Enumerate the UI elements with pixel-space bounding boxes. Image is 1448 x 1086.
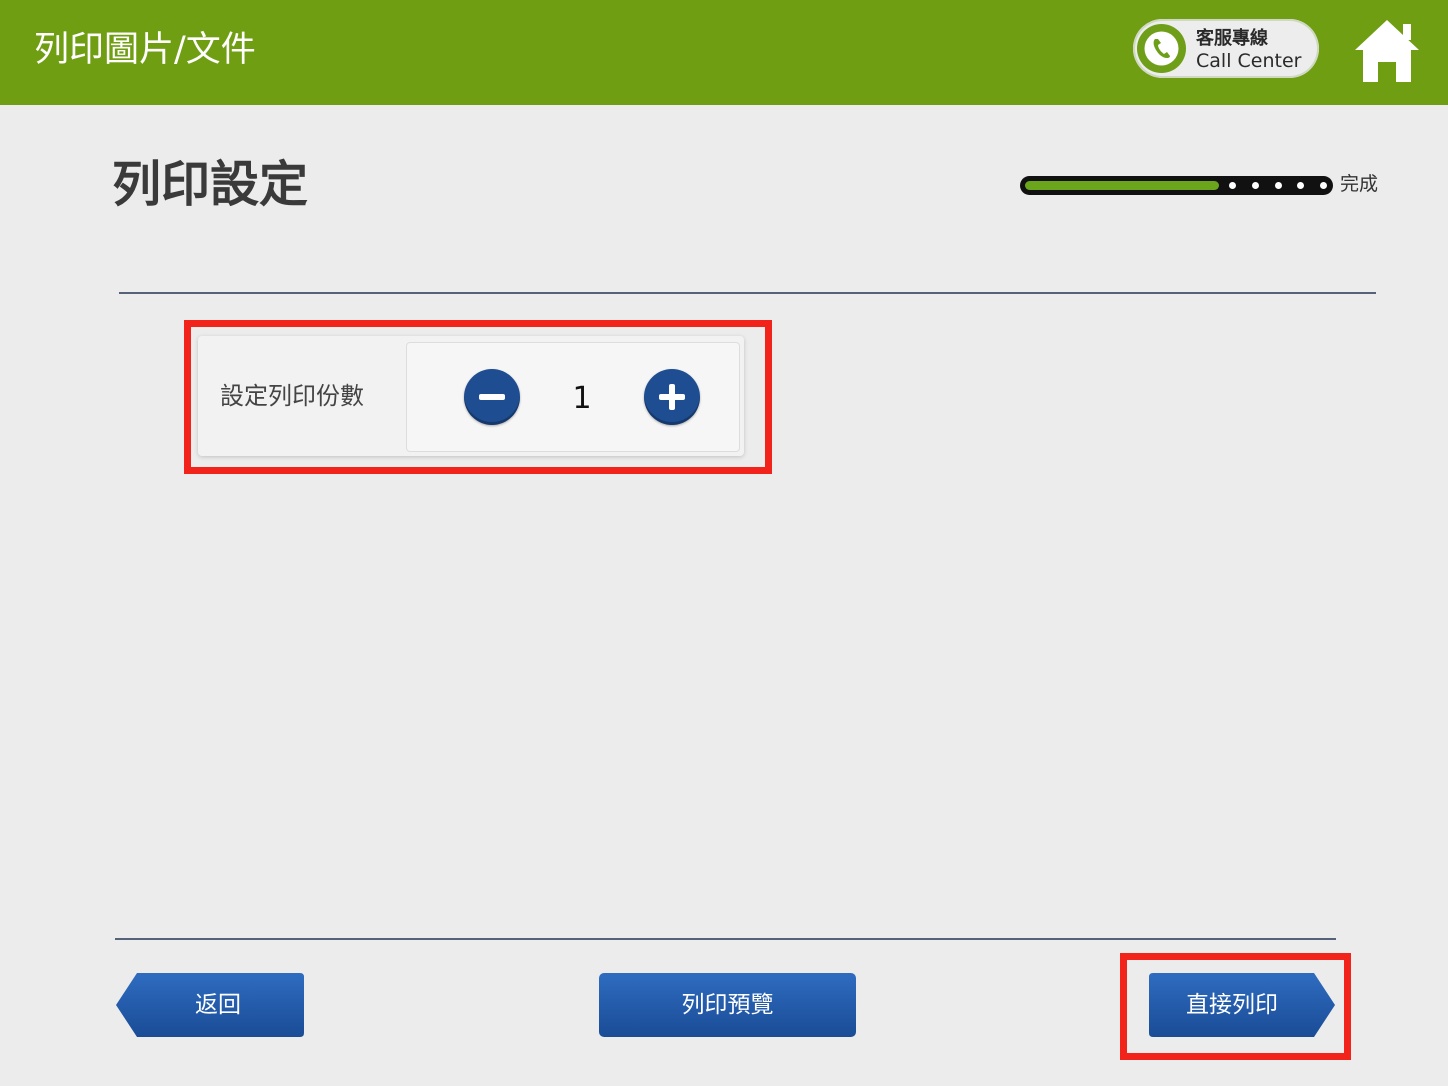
- progress-step-dot: [1275, 182, 1282, 189]
- plus-icon: [659, 384, 685, 410]
- call-center-label: 客服專線: [1196, 28, 1268, 49]
- bottom-divider: [115, 938, 1336, 940]
- print-preview-label: 列印預覽: [681, 992, 774, 1018]
- home-button[interactable]: [1352, 16, 1422, 86]
- progress-step-dot: [1252, 182, 1259, 189]
- progress-fill: [1025, 181, 1219, 190]
- progress-step-dot: [1297, 182, 1304, 189]
- copies-stepper: 1: [406, 342, 740, 452]
- copies-value: 1: [572, 381, 592, 416]
- print-preview-button[interactable]: 列印預覽: [598, 972, 857, 1038]
- top-divider: [119, 292, 1376, 294]
- direct-print-button[interactable]: 直接列印: [1148, 972, 1336, 1038]
- progress-step-dot: [1320, 182, 1327, 189]
- home-icon: [1355, 20, 1419, 82]
- copies-setting-panel: 設定列印份數 1: [198, 336, 744, 456]
- copies-label: 設定列印份數: [220, 382, 364, 410]
- direct-print-label: 直接列印: [1186, 992, 1278, 1018]
- page-title: 列印設定: [112, 156, 309, 213]
- call-center-subtitle: Call Center: [1196, 50, 1302, 72]
- progress-step-dot: [1229, 182, 1236, 189]
- call-center-button[interactable]: 客服專線 Call Center: [1133, 19, 1319, 78]
- phone-icon: [1137, 24, 1186, 73]
- back-button-label: 返回: [195, 992, 241, 1018]
- app-title: 列印圖片/文件: [34, 30, 256, 70]
- minus-icon: [479, 394, 505, 400]
- step-progress-bar: [1020, 176, 1333, 195]
- increment-button[interactable]: [644, 369, 700, 425]
- progress-end-label: 完成: [1340, 173, 1379, 195]
- back-button[interactable]: 返回: [115, 972, 305, 1038]
- decrement-button[interactable]: [464, 369, 520, 425]
- header-bar: 列印圖片/文件 客服專線 Call Center: [0, 0, 1448, 105]
